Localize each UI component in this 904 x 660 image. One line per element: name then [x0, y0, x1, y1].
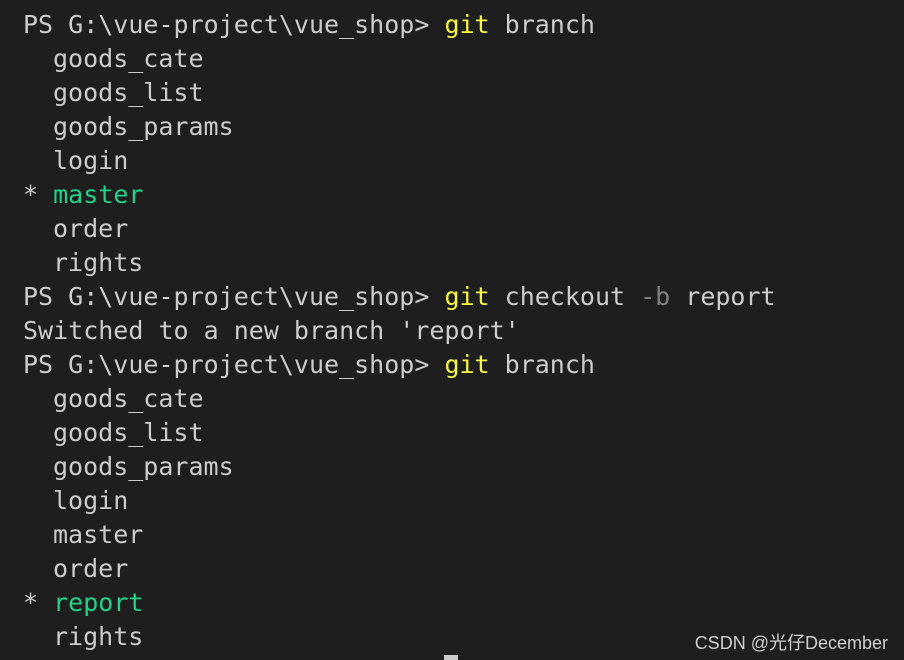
prompt-line: PS G:\vue-project\vue_shop> git branch	[23, 348, 595, 382]
current-branch-marker: *	[23, 180, 54, 209]
branch-item: goods_list	[53, 78, 204, 107]
current-branch-marker: *	[23, 588, 54, 617]
command-args: checkout	[489, 282, 641, 311]
branch-item: order	[53, 554, 129, 583]
command-git: git	[444, 282, 490, 311]
prompt: PS G:\vue-project\vue_shop>	[23, 10, 445, 39]
terminal-cursor	[444, 655, 458, 660]
command-git: git	[444, 10, 490, 39]
branch-item: login	[53, 486, 129, 515]
branch-item: goods_params	[53, 112, 234, 141]
branch-item: goods_params	[53, 452, 234, 481]
current-branch-name: master	[53, 180, 144, 209]
prompt-line: PS G:\vue-project\vue_shop> git checkout…	[23, 280, 776, 314]
branch-item: order	[53, 214, 129, 243]
prompt-line: PS G:\vue-project\vue_shop> git branch	[23, 8, 595, 42]
branch-item: goods_list	[53, 418, 204, 447]
prompt: PS G:\vue-project\vue_shop>	[23, 350, 445, 379]
output-message: Switched to a new branch 'report'	[23, 316, 520, 345]
branch-item: master	[53, 520, 144, 549]
prompt: PS G:\vue-project\vue_shop>	[23, 282, 445, 311]
command-args: report	[670, 282, 776, 311]
command-flag: -b	[640, 282, 671, 311]
branch-item: rights	[53, 248, 144, 277]
command-args: branch	[489, 350, 595, 379]
branch-item: login	[53, 146, 129, 175]
branch-item: rights	[53, 622, 144, 651]
command-args: branch	[489, 10, 595, 39]
command-git: git	[444, 350, 490, 379]
terminal-window[interactable]: PS G:\vue-project\vue_shop> git branch g…	[0, 0, 904, 660]
branch-item-current: * report	[23, 586, 143, 620]
current-branch-name: report	[53, 588, 144, 617]
branch-item-current: * master	[23, 178, 143, 212]
branch-item: goods_cate	[53, 384, 204, 413]
watermark: CSDN @光仔December	[694, 633, 888, 653]
branch-item: goods_cate	[53, 44, 204, 73]
